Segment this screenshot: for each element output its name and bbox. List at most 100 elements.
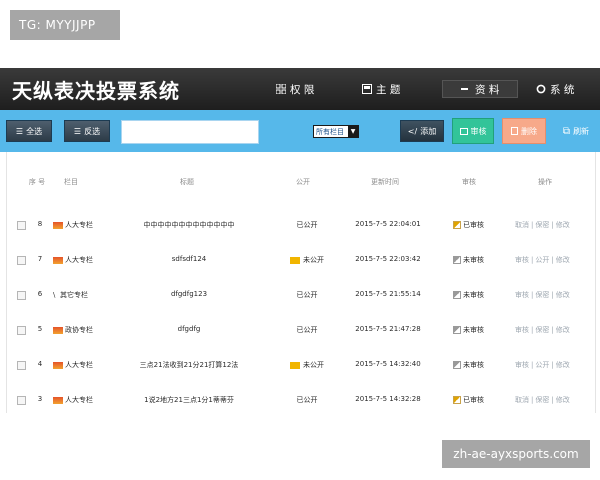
table-row: 4 人大专栏 三点21法收到21分21打算12法 未公开 2015-7-5 14:32:… — [7, 357, 595, 373]
row-action-2[interactable]: 保密 — [535, 221, 549, 229]
pending-icon — [453, 361, 461, 369]
row-column: 人大专栏 — [53, 395, 93, 405]
select-all-button[interactable]: ☰ 全选 — [6, 120, 52, 142]
category-select[interactable]: 所有栏目 ▼ — [313, 125, 359, 138]
row-actions: 审核 | 保密 | 修改 — [515, 325, 570, 335]
flag-icon — [53, 221, 63, 229]
row-action-2[interactable]: 保密 — [535, 396, 549, 404]
row-title[interactable]: dfgdfg — [178, 325, 201, 333]
refresh-button[interactable]: ⧉ 刷新 — [556, 118, 596, 144]
separator: | — [551, 326, 554, 334]
add-button[interactable]: </ 添加 — [400, 120, 444, 142]
row-id: 4 — [37, 360, 43, 368]
row-updated: 2015-7-5 22:03:42 — [355, 255, 421, 263]
grid-icon — [276, 84, 286, 94]
nav-label: 资 料 — [475, 83, 500, 96]
select-all-label: 全选 — [26, 126, 43, 136]
row-action-1[interactable]: 取消 — [515, 221, 529, 229]
column-header-updated: 更新时间 — [371, 178, 399, 186]
nav-label: 主 题 — [376, 83, 401, 96]
row-action-2[interactable]: 保密 — [535, 326, 549, 334]
row-title[interactable]: 三点21法收到21分21打算12法 — [140, 360, 239, 370]
nav-topics[interactable]: 主 题 — [362, 81, 400, 97]
row-action-3[interactable]: 修改 — [556, 221, 570, 229]
chevron-down-icon: ▼ — [348, 126, 358, 137]
refresh-icon: ⧉ — [562, 125, 571, 137]
row-action-3[interactable]: 修改 — [556, 291, 570, 299]
row-review: 未审核 — [453, 290, 484, 300]
watermark: zh-ae-ayxsports.com — [442, 440, 590, 468]
tg-badge: TG: MYYJJPP — [10, 10, 120, 40]
row-action-3[interactable]: 修改 — [556, 256, 570, 264]
row-checkbox[interactable] — [17, 256, 26, 265]
row-title[interactable]: dfgdfg123 — [171, 290, 207, 298]
row-checkbox[interactable] — [17, 326, 26, 335]
separator: | — [551, 256, 554, 264]
row-actions: 取消 | 保密 | 修改 — [515, 395, 570, 405]
separator: | — [531, 326, 534, 334]
row-public: 未公开 — [290, 360, 324, 370]
row-action-3[interactable]: 修改 — [556, 396, 570, 404]
row-public: 已公开 — [297, 325, 318, 335]
row-updated: 2015-7-5 14:32:28 — [355, 395, 421, 403]
pending-icon — [453, 256, 461, 264]
nav-system[interactable]: 系 统 — [536, 81, 574, 97]
column-header-title: 标题 — [180, 178, 194, 186]
flag-icon — [53, 361, 63, 369]
row-review-label: 未审核 — [463, 361, 484, 369]
dash-icon — [461, 88, 468, 90]
table-row: 8 人大专栏 中中中中中中中中中中中中中 已公开 2015-7-5 22:04:01 已审… — [7, 217, 595, 233]
row-checkbox[interactable] — [17, 361, 26, 370]
column-header-public: 公开 — [296, 178, 310, 186]
row-title[interactable]: sdfsdf124 — [172, 255, 206, 263]
separator: | — [551, 221, 554, 229]
row-title[interactable]: 1说2地方21三点1分1蒂蒂芬 — [144, 395, 234, 405]
row-checkbox[interactable] — [17, 221, 26, 230]
row-actions: 审核 | 公开 | 修改 — [515, 360, 570, 370]
row-action-3[interactable]: 修改 — [556, 361, 570, 369]
nav-permissions[interactable]: 权 限 — [276, 81, 314, 97]
row-checkbox[interactable] — [17, 291, 26, 300]
invert-label: 反选 — [84, 126, 101, 136]
toolbar: ☰ 全选 ☰ 反选 所有栏目 ▼ </ 添加 审核 删除 ⧉ 刷新 — [0, 110, 600, 152]
row-review-label: 未审核 — [463, 291, 484, 299]
row-action-1[interactable]: 取消 — [515, 396, 529, 404]
row-id: 5 — [37, 325, 43, 333]
row-action-1[interactable]: 审核 — [515, 361, 529, 369]
search-input[interactable] — [121, 120, 259, 144]
table-row: 6 \ 其它专栏 dfgdfg123 已公开 2015-7-5 21:55:14 未审核 审核… — [7, 287, 595, 303]
folder-icon — [290, 256, 300, 264]
column-header-review: 审核 — [462, 178, 476, 186]
row-public-label: 已公开 — [296, 396, 318, 404]
row-public: 未公开 — [290, 255, 324, 265]
nav-materials[interactable]: 资 料 — [442, 80, 519, 98]
row-action-1[interactable]: 审核 — [515, 291, 529, 299]
add-icon: </ — [407, 126, 418, 136]
circle-icon — [536, 84, 546, 94]
board-icon — [362, 84, 372, 94]
review-button[interactable]: 审核 — [452, 118, 494, 144]
table-row: 7 人大专栏 sdfsdf124 未公开 2015-7-5 22:03:42 未审核 审核 |… — [7, 252, 595, 268]
separator: | — [531, 291, 534, 299]
pending-icon — [453, 326, 461, 334]
row-action-2[interactable]: 公开 — [535, 256, 549, 264]
row-public-label: 未公开 — [303, 361, 324, 369]
row-action-2[interactable]: 公开 — [535, 361, 549, 369]
row-column-label: 人大专栏 — [65, 256, 93, 264]
row-review: 未审核 — [453, 325, 484, 335]
column-header-actions: 操作 — [538, 178, 552, 186]
row-action-3[interactable]: 修改 — [556, 326, 570, 334]
row-action-2[interactable]: 保密 — [535, 291, 549, 299]
table-row: 3 人大专栏 1说2地方21三点1分1蒂蒂芬 已公开 2015-7-5 14:32:28… — [7, 392, 595, 408]
row-action-1[interactable]: 审核 — [515, 326, 529, 334]
row-checkbox[interactable] — [17, 396, 26, 405]
invert-selection-button[interactable]: ☰ 反选 — [64, 120, 110, 142]
row-review: 已审核 — [453, 220, 484, 230]
delete-button[interactable]: 删除 — [502, 118, 546, 144]
row-action-1[interactable]: 审核 — [515, 256, 529, 264]
refresh-label: 刷新 — [573, 126, 590, 136]
nav-label: 权 限 — [290, 83, 315, 96]
row-review-label: 未审核 — [463, 256, 484, 264]
row-title[interactable]: 中中中中中中中中中中中中中 — [144, 220, 235, 230]
row-review: 未审核 — [453, 255, 484, 265]
